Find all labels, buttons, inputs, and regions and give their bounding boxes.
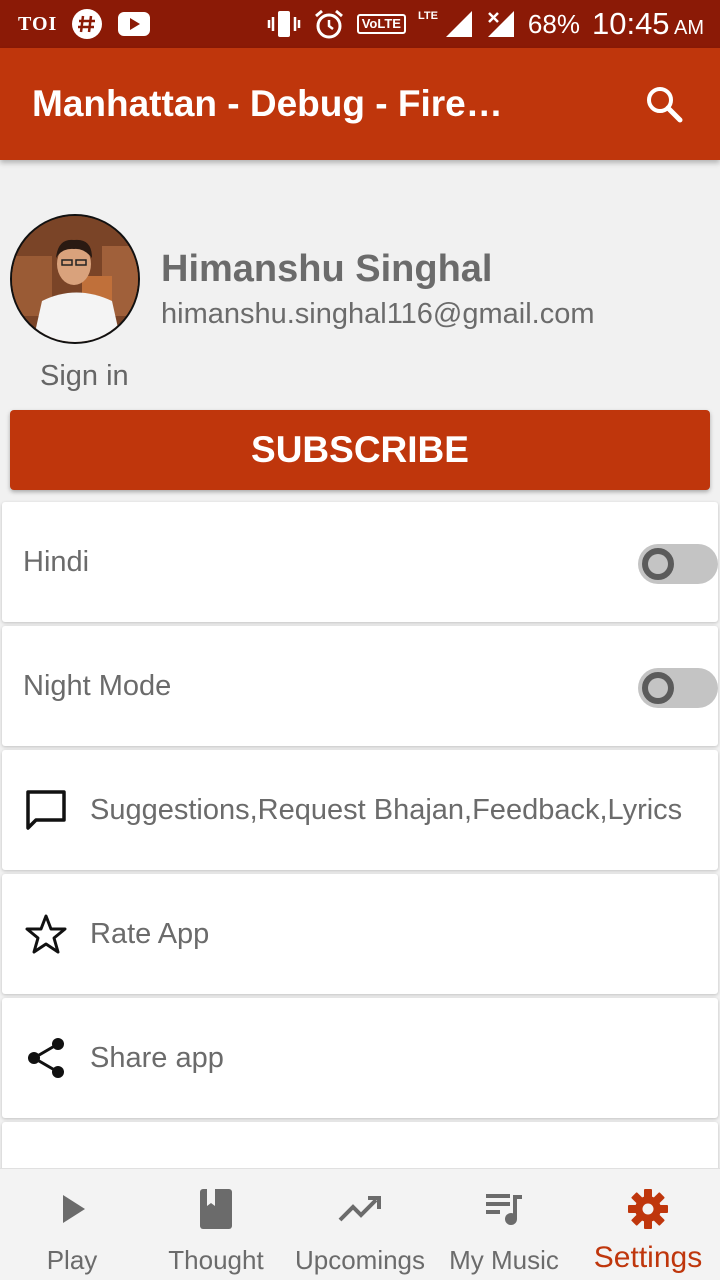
no-signal-icon (486, 9, 516, 39)
sign-in-link[interactable]: Sign in (40, 360, 129, 393)
clock-ampm: AM (674, 17, 704, 39)
lte-label: LTE (417, 10, 438, 22)
nav-label: Settings (593, 1241, 703, 1274)
toi-notification-icon: TOI (18, 12, 58, 35)
nav-label: My Music (449, 1245, 559, 1275)
app-bar: Manhattan - Debug - Fire… (0, 48, 720, 160)
clock-time: 10:45 (591, 6, 670, 41)
setting-hindi[interactable]: Hindi (2, 502, 718, 622)
setting-label: Night Mode (23, 669, 172, 702)
hindi-toggle[interactable] (638, 544, 718, 584)
nav-my-music[interactable]: My Music (432, 1169, 576, 1280)
night-mode-toggle[interactable] (638, 668, 718, 708)
signal-icon (444, 9, 474, 39)
star-icon (22, 910, 70, 958)
volte-badge: VoLTE (356, 14, 406, 34)
clock: 10:45 AM (592, 6, 704, 42)
setting-night-mode[interactable]: Night Mode (2, 626, 718, 746)
nav-label: Thought (168, 1245, 264, 1275)
setting-label: Share app (90, 1041, 224, 1074)
app-title: Manhattan - Debug - Fire… (32, 83, 503, 124)
nav-label: Play (46, 1245, 98, 1275)
comment-icon (22, 786, 70, 834)
alarm-icon (313, 8, 345, 40)
youtube-icon (117, 11, 151, 37)
gear-icon (626, 1187, 670, 1231)
play-icon (50, 1187, 94, 1231)
playlist-icon (482, 1187, 526, 1231)
profile-section: Himanshu Singhal himanshu.singhal116@gma… (0, 160, 720, 408)
setting-partial[interactable] (2, 1122, 718, 1168)
setting-label: Hindi (23, 545, 90, 578)
status-bar: TOI VoLTE LTE 68% 10:45 AM (0, 0, 720, 48)
setting-label: Suggestions,Request Bhajan,Feedback,Lyri… (90, 793, 683, 826)
hash-icon (71, 8, 103, 40)
avatar[interactable] (10, 214, 140, 344)
search-icon (647, 87, 683, 123)
share-icon (22, 1034, 70, 1082)
setting-rate-app[interactable]: Rate App (2, 874, 718, 994)
settings-list: Hindi Night Mode Suggestions,Request Bha… (0, 500, 720, 1168)
trending-icon (338, 1187, 382, 1231)
user-email: himanshu.singhal116@gmail.com (161, 298, 595, 330)
book-icon (194, 1187, 238, 1231)
nav-play[interactable]: Play (0, 1169, 144, 1280)
nav-label: Upcomings (294, 1245, 426, 1275)
setting-share-app[interactable]: Share app (2, 998, 718, 1118)
nav-settings[interactable]: Settings (576, 1169, 720, 1280)
battery-level: 68% (527, 8, 580, 39)
vibrate-icon (267, 9, 301, 39)
nav-thought[interactable]: Thought (144, 1169, 288, 1280)
bottom-navigation: Play Thought Upcomings My Music Settings (0, 1168, 720, 1280)
toggle-knob (642, 548, 674, 580)
setting-suggestions[interactable]: Suggestions,Request Bhajan,Feedback,Lyri… (2, 750, 718, 870)
subscribe-button[interactable]: SUBSCRIBE (10, 410, 710, 490)
user-name: Himanshu Singhal (161, 248, 493, 290)
toggle-knob (642, 672, 674, 704)
nav-upcomings[interactable]: Upcomings (288, 1169, 432, 1280)
search-button[interactable] (640, 80, 688, 128)
setting-label: Rate App (90, 917, 210, 950)
